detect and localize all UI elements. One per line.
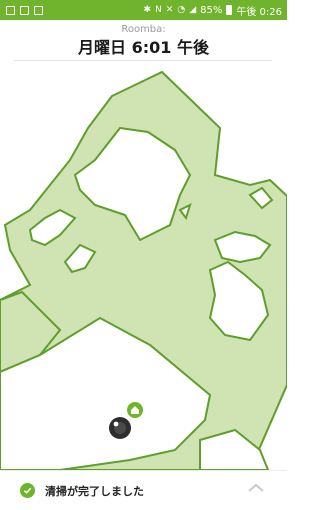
system-icons: ✱ N ✕ ◔ ◢ 85% 午後 0:26: [144, 3, 282, 18]
check-circle-icon: [20, 483, 35, 498]
clock: 午後 0:26: [236, 6, 282, 18]
wifi-icon: ◔: [177, 5, 186, 15]
chevron-up-icon[interactable]: [247, 483, 265, 493]
bluetooth-icon: ✱: [143, 5, 152, 15]
session-time: 月曜日 6:01 午後: [78, 38, 209, 57]
image-icon: [34, 5, 43, 15]
screenshot-icon: [6, 5, 15, 15]
device-name: Roomba:: [121, 24, 166, 35]
nfc-icon: N: [155, 5, 162, 15]
clean-status-text: 清掃が完了しました: [45, 484, 144, 498]
home-icon[interactable]: [127, 402, 143, 418]
roomba-icon[interactable]: [109, 417, 131, 439]
battery-icon: [226, 5, 233, 15]
header: Roomba: 月曜日 6:01 午後: [0, 24, 287, 59]
status-footer[interactable]: 清掃が完了しました: [0, 470, 287, 510]
mute-icon: ✕: [165, 5, 174, 15]
notification-icons: [6, 5, 43, 15]
clean-map[interactable]: [0, 62, 287, 470]
header-divider: [14, 60, 272, 61]
signal-icon: ◢: [189, 5, 197, 15]
battery-percent: 85%: [200, 4, 223, 16]
calendar-icon: [20, 5, 29, 15]
status-bar: ✱ N ✕ ◔ ◢ 85% 午後 0:26: [0, 0, 287, 20]
